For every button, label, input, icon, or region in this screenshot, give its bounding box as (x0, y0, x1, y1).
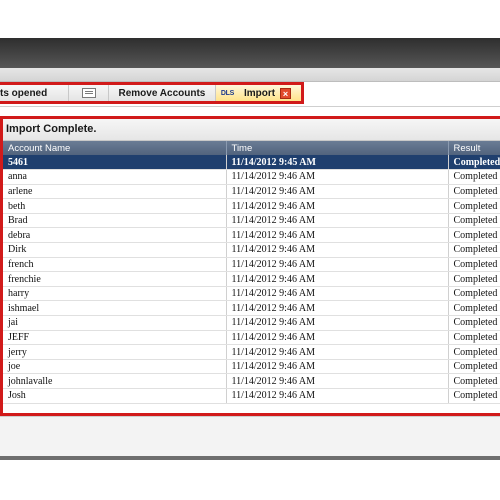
cell-time: 11/14/2012 9:46 AM (226, 271, 449, 287)
results-table: Account Name Time Result 5461 11/14/2012 … (3, 141, 500, 404)
cell-result: Completed (448, 271, 500, 287)
cell-result: Completed (448, 330, 500, 346)
table-row[interactable]: johnlavalle 11/14/2012 9:46 AM Completed (3, 373, 500, 389)
cell-account: jai (3, 315, 227, 331)
cell-account: 5461 (3, 155, 227, 171)
cell-time: 11/14/2012 9:46 AM (226, 184, 449, 200)
cell-time: 11/14/2012 9:46 AM (226, 359, 449, 375)
cell-account: frenchie (3, 271, 227, 287)
tab-strip: ts opened Remove Accounts DLS Import × (0, 82, 304, 104)
table-row[interactable]: french 11/14/2012 9:46 AM Completed (3, 257, 500, 273)
toolbar-strip (0, 68, 500, 82)
table-row[interactable]: beth 11/14/2012 9:46 AM Completed (3, 198, 500, 214)
divider (0, 106, 500, 116)
cell-account: joe (3, 359, 227, 375)
cell-result: Completed (448, 286, 500, 302)
document-icon (81, 88, 96, 98)
table-row[interactable]: anna 11/14/2012 9:46 AM Completed (3, 169, 500, 185)
cell-time: 11/14/2012 9:46 AM (226, 315, 449, 331)
cell-account: Brad (3, 213, 227, 229)
cell-result: Completed (448, 169, 500, 185)
cell-time: 11/14/2012 9:46 AM (226, 169, 449, 185)
cell-result: Completed (448, 242, 500, 258)
cell-account: jerry (3, 344, 227, 360)
table-row[interactable]: Josh 11/14/2012 9:46 AM Completed (3, 388, 500, 404)
status-area (0, 416, 500, 456)
cell-result: Completed (448, 227, 500, 244)
cell-result: Completed (448, 373, 500, 389)
tab-remove-accounts[interactable]: Remove Accounts (109, 85, 216, 101)
cell-time: 11/14/2012 9:46 AM (226, 242, 449, 258)
table-row[interactable]: harry 11/14/2012 9:46 AM Completed (3, 286, 500, 302)
cell-result: Completed (448, 315, 500, 331)
cell-account: ishmael (3, 300, 227, 317)
cell-result: Completed (448, 184, 500, 200)
cell-time: 11/14/2012 9:46 AM (226, 373, 449, 389)
tab-label: Remove Accounts (118, 87, 206, 99)
cell-result: Completed (448, 155, 500, 171)
cell-time: 11/14/2012 9:46 AM (226, 198, 449, 214)
table-row[interactable]: 5461 11/14/2012 9:45 AM Completed (3, 155, 500, 171)
tab-accounts-opened[interactable]: ts opened (0, 85, 70, 101)
cell-result: Completed (448, 257, 500, 273)
tab-label: Import (243, 87, 276, 99)
table-row[interactable]: ishmael 11/14/2012 9:46 AM Completed (3, 300, 500, 317)
cell-result: Completed (448, 388, 500, 404)
cell-result: Completed (448, 198, 500, 214)
cell-account: debra (3, 227, 227, 244)
table-row[interactable]: arlene 11/14/2012 9:46 AM Completed (3, 184, 500, 200)
cell-account: harry (3, 286, 227, 302)
cell-account: beth (3, 198, 227, 214)
table-header-row: Account Name Time Result (3, 141, 500, 155)
cell-result: Completed (448, 344, 500, 360)
table-row[interactable]: Brad 11/14/2012 9:46 AM Completed (3, 213, 500, 229)
close-icon[interactable]: × (280, 87, 291, 99)
table-row[interactable]: frenchie 11/14/2012 9:46 AM Completed (3, 271, 500, 287)
column-header-account[interactable]: Account Name (3, 141, 227, 155)
tab-label: ts opened (0, 87, 48, 99)
window-title-bar (0, 38, 500, 68)
cell-time: 11/14/2012 9:46 AM (226, 286, 449, 302)
cell-time: 11/14/2012 9:46 AM (226, 227, 449, 244)
table-row[interactable]: debra 11/14/2012 9:46 AM Completed (3, 227, 500, 244)
cell-account: arlene (3, 184, 227, 200)
cell-time: 11/14/2012 9:46 AM (226, 213, 449, 229)
panel-title: Import Complete. (3, 119, 500, 141)
cell-account: french (3, 257, 227, 273)
table-row[interactable]: joe 11/14/2012 9:46 AM Completed (3, 359, 500, 375)
table-row[interactable]: JEFF 11/14/2012 9:46 AM Completed (3, 330, 500, 346)
bottom-edge (0, 456, 500, 460)
cell-result: Completed (448, 359, 500, 375)
import-results-panel: Import Complete. Account Name Time Resul… (0, 116, 500, 416)
table-row[interactable]: jai 11/14/2012 9:46 AM Completed (3, 315, 500, 331)
cell-account: anna (3, 169, 227, 185)
cell-account: Dirk (3, 242, 227, 258)
cell-account: Josh (3, 388, 227, 404)
cell-account: JEFF (3, 330, 227, 346)
cell-account: johnlavalle (3, 373, 227, 389)
tab-import[interactable]: DLS Import × (215, 85, 301, 101)
table-row[interactable]: jerry 11/14/2012 9:46 AM Completed (3, 344, 500, 360)
column-header-time[interactable]: Time (226, 141, 449, 155)
cell-time: 11/14/2012 9:46 AM (226, 330, 449, 346)
cell-time: 11/14/2012 9:46 AM (226, 388, 449, 404)
column-header-result[interactable]: Result (448, 141, 500, 155)
cell-result: Completed (448, 213, 500, 229)
cell-time: 11/14/2012 9:46 AM (226, 300, 449, 317)
cell-result: Completed (448, 300, 500, 317)
tab-document[interactable] (69, 85, 109, 101)
cell-time: 11/14/2012 9:46 AM (226, 344, 449, 360)
dls-icon: DLS (220, 89, 234, 97)
table-row[interactable]: Dirk 11/14/2012 9:46 AM Completed (3, 242, 500, 258)
cell-time: 11/14/2012 9:46 AM (226, 257, 449, 273)
cell-time: 11/14/2012 9:45 AM (226, 155, 449, 171)
